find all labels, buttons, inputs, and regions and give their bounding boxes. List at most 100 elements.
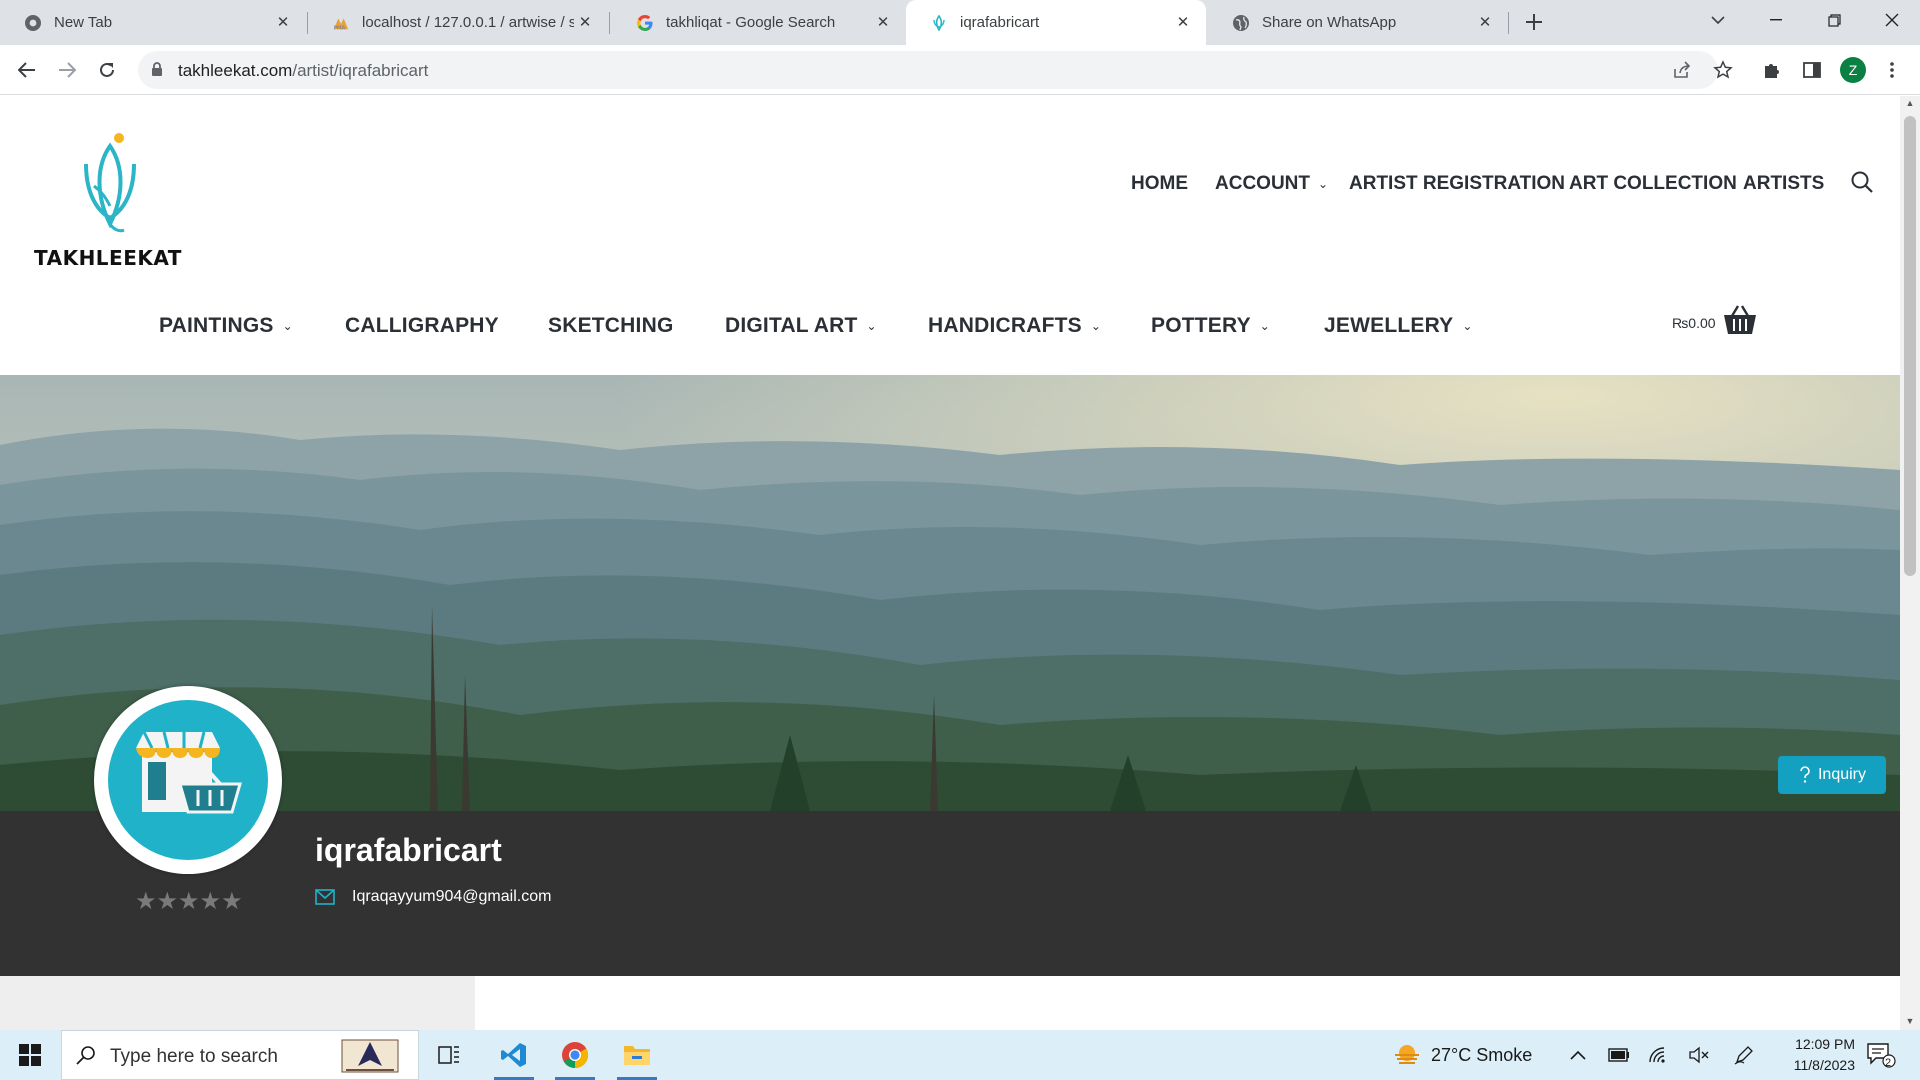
arrow-left-icon <box>18 62 35 78</box>
browser-tab[interactable]: takhliqat - Google Search ✕ <box>612 0 906 45</box>
category-label: SKETCHING <box>548 314 674 337</box>
nav-label: ARTISTS <box>1743 173 1825 194</box>
chrome-icon <box>24 14 42 32</box>
scroll-up-icon[interactable]: ▲ <box>1905 98 1915 108</box>
category-label: POTTERY <box>1151 314 1251 337</box>
minimize-icon <box>1770 19 1782 21</box>
category-paintings[interactable]: PAINTINGS ⌄ <box>159 311 293 341</box>
pen-icon <box>1734 1046 1753 1065</box>
globe-icon <box>1232 14 1250 32</box>
nav-art-collection[interactable]: ART COLLECTION <box>1569 172 1737 196</box>
search-highlight-book-icon <box>341 1039 399 1073</box>
forward-button[interactable] <box>53 56 81 84</box>
volume-indicator[interactable] <box>1688 1030 1710 1080</box>
browser-tab[interactable]: Share on WhatsApp ✕ <box>1208 0 1508 45</box>
cart-total[interactable]: ₨0.00 <box>1672 315 1716 331</box>
browser-tab[interactable]: PMA localhost / 127.0.0.1 / artwise / s … <box>308 0 608 45</box>
nav-home[interactable]: HOME <box>1131 172 1188 196</box>
battery-icon <box>1608 1048 1629 1062</box>
scrollbar-thumb[interactable] <box>1904 116 1916 576</box>
nav-artist-registration[interactable]: ARTIST REGISTRATION <box>1349 172 1565 196</box>
category-jewellery[interactable]: JEWELLERY ⌄ <box>1324 311 1473 341</box>
nav-account[interactable]: ACCOUNT ⌄ <box>1215 172 1328 196</box>
browser-tab-active[interactable]: iqrafabricart ✕ <box>906 0 1206 45</box>
new-tab-button[interactable] <box>1520 8 1548 36</box>
sidebar-placeholder <box>0 976 475 1030</box>
minimize-button[interactable] <box>1752 0 1800 40</box>
inquiry-label: Inquiry <box>1817 766 1867 783</box>
tab-close-icon[interactable]: ✕ <box>1174 13 1192 31</box>
tab-search-button[interactable] <box>1694 0 1742 40</box>
pen-menu-button[interactable] <box>1734 1030 1754 1080</box>
clock-date: 11/8/2023 <box>1793 1057 1855 1073</box>
nav-label: ACCOUNT <box>1215 173 1310 194</box>
side-panel-button[interactable] <box>1800 58 1824 82</box>
reload-button[interactable] <box>93 56 121 84</box>
tab-close-icon[interactable]: ✕ <box>274 13 292 31</box>
notification-icon <box>1867 1043 1896 1068</box>
rating-stars: ★★★★★ <box>135 888 243 915</box>
lock-icon <box>151 62 163 82</box>
tab-close-icon[interactable]: ✕ <box>1476 13 1494 31</box>
browser-menu-button[interactable] <box>1880 58 1904 82</box>
volume-muted-icon <box>1689 1046 1709 1064</box>
scroll-down-icon[interactable]: ▼ <box>1905 1016 1915 1026</box>
profile-avatar[interactable]: Z <box>1840 57 1866 83</box>
category-label: HANDICRAFTS <box>928 314 1082 337</box>
category-digital-art[interactable]: DIGITAL ART ⌄ <box>725 311 877 341</box>
task-view-button[interactable] <box>423 1030 475 1080</box>
windows-logo-icon <box>19 1044 41 1066</box>
category-label: JEWELLERY <box>1324 314 1454 337</box>
tab-separator <box>609 12 610 34</box>
taskbar-search-box[interactable]: Type here to search <box>61 1030 419 1080</box>
question-icon <box>1800 766 1810 783</box>
envelope-icon <box>315 889 335 905</box>
weather-widget[interactable]: 27°C Smoke <box>1393 1030 1532 1080</box>
nav-artists[interactable]: ARTISTS <box>1743 172 1824 196</box>
chevron-down-icon: ⌄ <box>1462 319 1473 333</box>
wifi-icon <box>1649 1047 1665 1063</box>
category-sketching[interactable]: SKETCHING <box>548 311 673 341</box>
chrome-icon <box>562 1042 589 1069</box>
tab-separator <box>1508 12 1509 34</box>
store-avatar <box>94 686 282 874</box>
back-button[interactable] <box>13 56 41 84</box>
category-pottery[interactable]: POTTERY ⌄ <box>1151 311 1270 341</box>
restore-button[interactable] <box>1810 0 1858 40</box>
site-logo[interactable]: TAKHLEEKAT <box>34 126 194 270</box>
network-indicator[interactable] <box>1648 1030 1668 1080</box>
close-icon <box>1885 13 1899 27</box>
folder-icon <box>624 1046 650 1065</box>
category-handicrafts[interactable]: HANDICRAFTS ⌄ <box>928 311 1101 341</box>
store-name: iqrafabricart <box>315 832 502 868</box>
store-banner-image <box>0 375 1900 811</box>
share-icon <box>1674 61 1691 78</box>
store-email[interactable]: Iqraqayyum904@gmail.com <box>352 888 551 906</box>
taskbar-file-explorer[interactable] <box>611 1030 663 1080</box>
extensions-button[interactable] <box>1760 58 1784 82</box>
chevron-down-icon: ⌄ <box>1318 177 1329 191</box>
taskbar-clock[interactable]: 12:09 PM 11/8/2023 <box>1755 1034 1855 1076</box>
notification-center-button[interactable]: 2 <box>1866 1030 1896 1080</box>
browser-tab[interactable]: New Tab ✕ <box>0 0 306 45</box>
show-hidden-icons-button[interactable] <box>1570 1030 1586 1080</box>
shopping-basket-icon[interactable] <box>1722 304 1758 336</box>
start-button[interactable] <box>0 1030 60 1080</box>
page-scrollbar[interactable]: ▲ ▼ <box>1900 96 1920 1030</box>
more-vertical-icon <box>1890 62 1894 78</box>
taskbar-vscode[interactable] <box>488 1030 540 1080</box>
category-calligraphy[interactable]: CALLIGRAPHY <box>345 311 499 341</box>
search-icon[interactable] <box>1850 170 1876 196</box>
close-window-button[interactable] <box>1868 0 1916 40</box>
taskbar-chrome[interactable] <box>549 1030 601 1080</box>
web-page: TAKHLEEKAT HOME ACCOUNT ⌄ ARTIST REGISTRA… <box>0 96 1900 1030</box>
battery-indicator[interactable] <box>1608 1030 1630 1080</box>
tab-close-icon[interactable]: ✕ <box>874 13 892 31</box>
browser-toolbar: takhleekat.com/artist/iqrafabricart <box>0 45 1920 95</box>
lotus-logo-icon <box>84 133 136 233</box>
address-bar[interactable]: takhleekat.com/artist/iqrafabricart <box>138 51 1718 89</box>
inquiry-button[interactable]: Inquiry <box>1778 756 1886 794</box>
bookmark-button[interactable] <box>1711 58 1735 82</box>
tab-close-icon[interactable]: ✕ <box>576 13 594 31</box>
share-button[interactable] <box>1670 58 1694 82</box>
